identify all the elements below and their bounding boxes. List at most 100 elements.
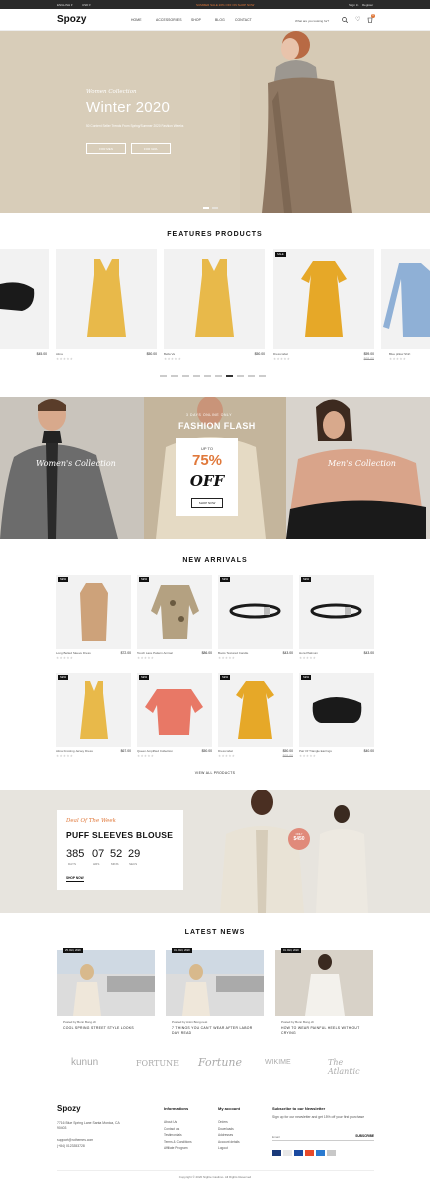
- product-card[interactable]: NEW Pair Of Triangle Earrings $40.00 ★★★…: [299, 673, 374, 758]
- product-name[interactable]: Blue pillow Shirt: [389, 352, 410, 356]
- women-collection-image[interactable]: [0, 397, 144, 539]
- product-card[interactable]: NEW Long Belted Sleeve Dress $72.00 ★★★★…: [56, 575, 131, 660]
- brand-logo[interactable]: kunun: [71, 1057, 98, 1068]
- footer-link[interactable]: Terms & Conditions: [164, 1139, 192, 1146]
- news-image[interactable]: [275, 950, 373, 1016]
- product-card[interactable]: Alma $50.00 ★★★★★: [56, 249, 157, 361]
- carousel-dot[interactable]: [160, 375, 167, 377]
- carousel-dot[interactable]: [248, 375, 255, 377]
- product-card[interactable]: NEW Dress label $50.00 $65.00 ★★★★★: [218, 673, 293, 758]
- shop-now-button[interactable]: SHOP NOW: [191, 498, 223, 508]
- product-name[interactable]: Bella Va: [164, 352, 175, 356]
- signin-link[interactable]: Sign In: [349, 3, 358, 7]
- carousel-dot[interactable]: [204, 375, 211, 377]
- product-card[interactable]: NEW Touch Lace Pattern Animal $86.00 ★★★…: [137, 575, 212, 660]
- product-image[interactable]: [273, 249, 374, 349]
- news-title[interactable]: 7 THINGS YOU CAN'T WEAR AFTER LABOR DAY …: [172, 1026, 260, 1036]
- product-name[interactable]: Long Belted Sleeve Dress: [56, 651, 91, 655]
- product-image[interactable]: [56, 575, 131, 649]
- product-name[interactable]: Pair Of Triangle Earrings: [299, 749, 332, 753]
- carousel-dot[interactable]: [171, 375, 178, 377]
- product-image[interactable]: [0, 249, 49, 349]
- product-image[interactable]: [299, 575, 374, 649]
- footer-link[interactable]: Account details: [218, 1139, 240, 1146]
- product-image[interactable]: [137, 575, 212, 649]
- product-image[interactable]: [381, 249, 430, 349]
- brand-logo[interactable]: FORTUNE: [136, 1059, 179, 1068]
- product-name[interactable]: Dress label: [218, 749, 233, 753]
- footer-link[interactable]: Testimonials: [164, 1132, 192, 1139]
- carousel-dot[interactable]: [193, 375, 200, 377]
- news-card[interactable]: 01 JAN, 2020 Posted by Anim Bong.nest 7 …: [166, 948, 264, 1035]
- nav-accessories[interactable]: ACCESSORIES: [156, 18, 182, 22]
- for-men-button[interactable]: FOR MEN: [86, 143, 126, 154]
- news-card[interactable]: 01 JAN, 2020 Posted by Bonn Bong.ch HOW …: [275, 948, 373, 1035]
- footer-link[interactable]: Logout: [218, 1145, 240, 1152]
- hero-dot-active[interactable]: [203, 207, 209, 209]
- subscribe-button[interactable]: SUBSCRIBE: [355, 1134, 374, 1138]
- language-select[interactable]: ENGLISH ▾: [57, 3, 73, 7]
- carousel-dot[interactable]: [215, 375, 222, 377]
- wishlist-icon[interactable]: ♡: [355, 16, 360, 23]
- product-card[interactable]: NEW Hora Platinum $43.00 ★★★★★: [299, 575, 374, 660]
- search-input[interactable]: What are you looking for?: [295, 19, 329, 23]
- product-card[interactable]: Blue pillow Shirt ★★★★★: [381, 249, 430, 361]
- brand-logo[interactable]: The Atlantic: [328, 1058, 374, 1076]
- register-link[interactable]: Register: [362, 3, 373, 7]
- product-card[interactable]: $45.00: [0, 249, 49, 356]
- product-card[interactable]: NEW Alma Frosting Jersey Dress $67.00 ★★…: [56, 673, 131, 758]
- news-card[interactable]: 25 JAN, 2020 Posted by Bonn Bong.ch COOL…: [57, 948, 155, 1030]
- product-name[interactable]: Alma Frosting Jersey Dress: [56, 749, 93, 753]
- footer-link[interactable]: About Us: [164, 1119, 192, 1126]
- nav-blog[interactable]: BLOG: [215, 18, 225, 22]
- men-collection-label[interactable]: Men's Collection: [328, 459, 396, 468]
- carousel-dot-active[interactable]: [226, 375, 233, 377]
- carousel-dot[interactable]: [237, 375, 244, 377]
- for-girl-button[interactable]: FOR GIRL: [131, 143, 171, 154]
- carousel-dot[interactable]: [259, 375, 266, 377]
- product-name[interactable]: Alma: [56, 352, 63, 356]
- product-name[interactable]: Queen Amplified Collection: [137, 749, 173, 753]
- product-name[interactable]: Hora Platinum: [299, 651, 318, 655]
- hero-dot[interactable]: [212, 207, 218, 209]
- logo[interactable]: Spozy: [57, 14, 86, 25]
- news-title[interactable]: HOW TO WEAR PAINFUL HEELS WITHOUT CRYING: [281, 1026, 369, 1036]
- footer-link[interactable]: Contact us: [164, 1126, 192, 1133]
- newsletter-email-input[interactable]: [272, 1133, 342, 1140]
- product-card[interactable]: NEW Queen Amplified Collection $50.00 ★★…: [137, 673, 212, 758]
- footer-email[interactable]: support@ruthemes.com: [57, 1138, 93, 1142]
- product-card[interactable]: NEW Boots Textured Candle $43.00 ★★★★★: [218, 575, 293, 660]
- men-collection-image[interactable]: [286, 397, 430, 539]
- product-image[interactable]: [299, 673, 374, 747]
- product-image[interactable]: [218, 673, 293, 747]
- news-image[interactable]: [57, 950, 155, 1016]
- brand-logo[interactable]: WIKIME: [265, 1059, 291, 1066]
- nav-home[interactable]: HOME: [131, 18, 142, 22]
- product-name[interactable]: Touch Lace Pattern Animal: [137, 651, 173, 655]
- product-image[interactable]: [218, 575, 293, 649]
- footer-link[interactable]: Downloads: [218, 1126, 240, 1133]
- product-name[interactable]: Dress label: [273, 352, 288, 356]
- footer-logo[interactable]: Spozy: [57, 1104, 81, 1113]
- carousel-dot[interactable]: [182, 375, 189, 377]
- product-card[interactable]: Bella Va $50.00 ★★★★★: [164, 249, 265, 361]
- footer-phone[interactable]: (+84) 0123353728: [57, 1144, 85, 1148]
- brand-logo[interactable]: Fortune: [198, 1056, 242, 1069]
- product-name[interactable]: Boots Textured Candle: [218, 651, 248, 655]
- news-image[interactable]: [166, 950, 264, 1016]
- deal-shop-now-button[interactable]: SHOP NOW: [66, 876, 84, 882]
- product-image[interactable]: [56, 249, 157, 349]
- nav-shop[interactable]: SHOP: [191, 18, 201, 22]
- product-image[interactable]: [56, 673, 131, 747]
- search-icon[interactable]: [342, 17, 348, 23]
- currency-select[interactable]: USD ▾: [82, 3, 91, 7]
- product-image[interactable]: [137, 673, 212, 747]
- product-image[interactable]: [164, 249, 265, 349]
- footer-link[interactable]: Addresses: [218, 1132, 240, 1139]
- footer-link[interactable]: Orders: [218, 1119, 240, 1126]
- nav-contact[interactable]: CONTACT: [235, 18, 252, 22]
- promo-text[interactable]: SUMMER SALE 20% OFF ON SHOP NOW: [196, 3, 254, 7]
- product-card[interactable]: SALE Dress label $59.00 $65.00 ★★★★★: [273, 249, 374, 361]
- news-title[interactable]: COOL SPRING STREET STYLE LOOKS: [63, 1026, 134, 1030]
- footer-link[interactable]: Affiliate Program: [164, 1145, 192, 1152]
